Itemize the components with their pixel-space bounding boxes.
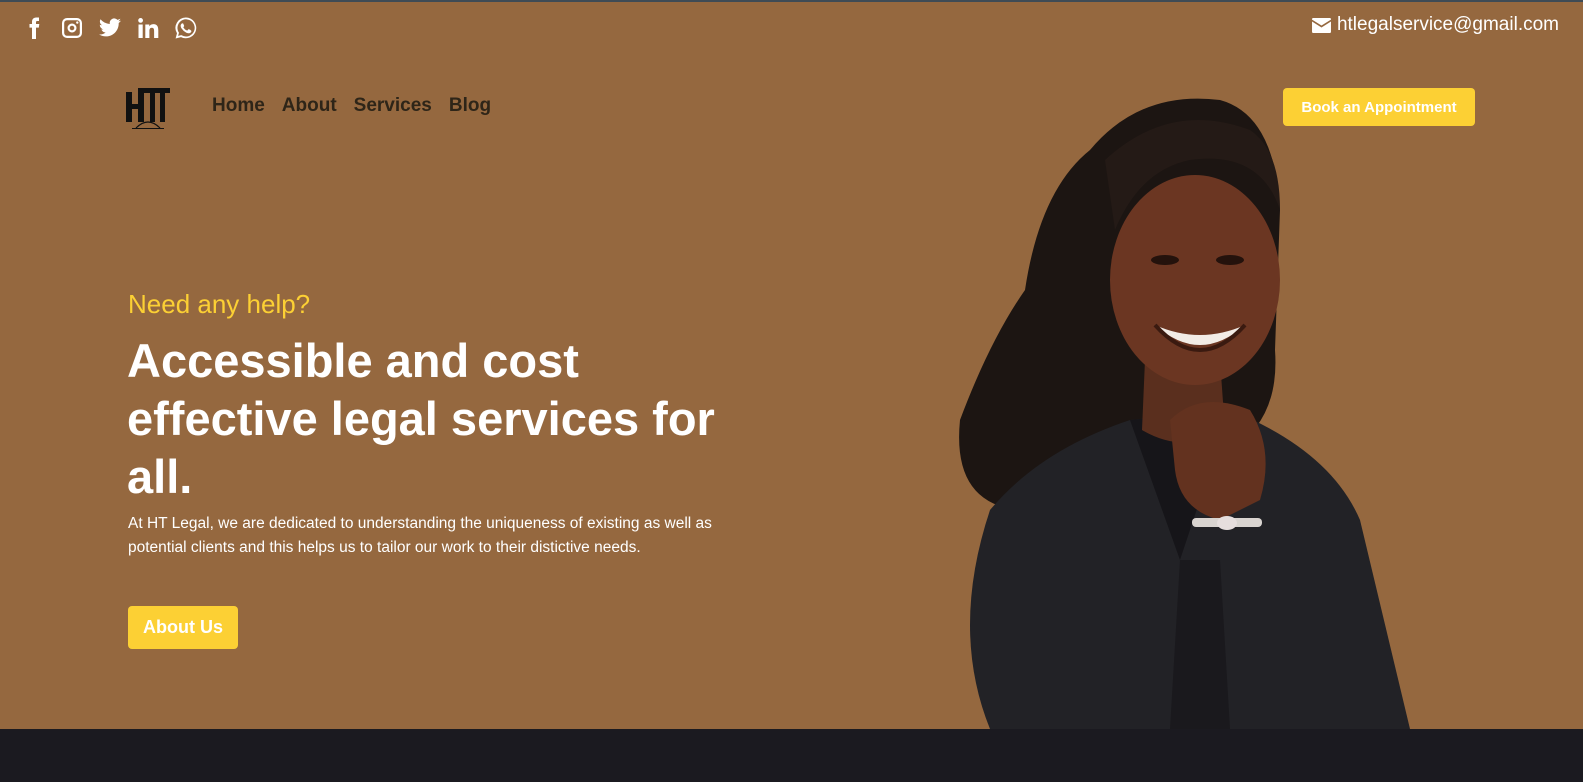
contact-email[interactable]: htlegalservice@gmail.com	[1311, 14, 1559, 36]
nav-blog[interactable]: Blog	[449, 95, 491, 117]
whatsapp-icon[interactable]	[172, 14, 200, 42]
ht-logo[interactable]	[124, 84, 172, 134]
nav-home[interactable]: Home	[212, 95, 265, 117]
twitter-icon[interactable]	[96, 14, 124, 42]
nav-services[interactable]: Services	[354, 95, 432, 117]
facebook-icon[interactable]	[20, 14, 48, 42]
woman-portrait-image	[959, 98, 1410, 729]
top-border	[0, 0, 1583, 2]
linkedin-icon[interactable]	[134, 14, 162, 42]
hero-description: At HT Legal, we are dedicated to underst…	[128, 515, 712, 556]
hero-headline: Accessible and cost effective legal serv…	[127, 334, 715, 503]
hero-section: htlegalservice@gmail.com Home About Serv…	[0, 0, 1583, 729]
envelope-icon	[1311, 17, 1331, 33]
nav-about[interactable]: About	[282, 95, 337, 117]
hero-eyebrow: Need any help?	[128, 289, 311, 319]
social-links	[20, 14, 200, 42]
email-text: htlegalservice@gmail.com	[1336, 14, 1559, 35]
instagram-icon[interactable]	[58, 14, 86, 42]
main-nav: Home About Services Blog	[212, 95, 491, 117]
about-us-button[interactable]: About Us	[128, 606, 238, 649]
